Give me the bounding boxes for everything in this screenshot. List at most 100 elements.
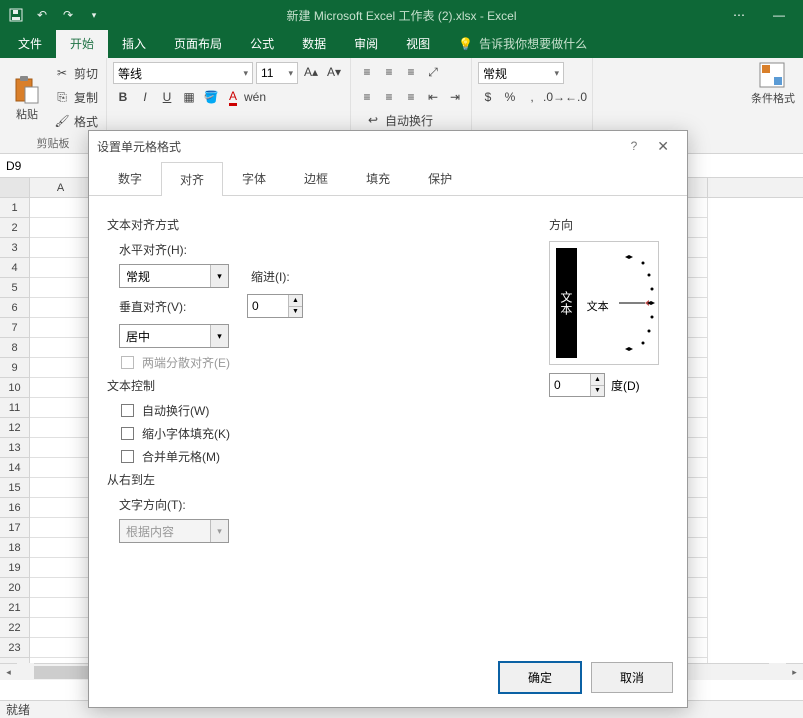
font-size-combo[interactable]: 11▾ [256, 62, 298, 84]
cell[interactable] [30, 598, 92, 618]
phonetic-icon[interactable]: wén [245, 87, 265, 107]
conditional-formatting-button[interactable]: 条件格式 [743, 58, 803, 108]
row-header[interactable]: 11 [0, 398, 30, 418]
dlg-tab-protect[interactable]: 保护 [409, 161, 471, 195]
save-icon[interactable] [4, 3, 28, 27]
bold-icon[interactable]: B [113, 87, 133, 107]
cell[interactable] [30, 518, 92, 538]
row-header[interactable]: 13 [0, 438, 30, 458]
percent-icon[interactable]: % [500, 87, 520, 107]
accounting-icon[interactable]: $ [478, 87, 498, 107]
cell[interactable] [30, 618, 92, 638]
row-header[interactable]: 7 [0, 318, 30, 338]
cell[interactable] [30, 298, 92, 318]
dlg-tab-fill[interactable]: 填充 [347, 161, 409, 195]
format-painter-button[interactable]: 🖌格式 [52, 110, 100, 132]
scroll-left-icon[interactable]: ◂ [0, 663, 17, 680]
spin-down-icon[interactable]: ▼ [590, 386, 604, 397]
row-header[interactable]: 8 [0, 338, 30, 358]
scroll-right-icon[interactable]: ▸ [786, 663, 803, 680]
cell[interactable] [30, 338, 92, 358]
number-format-combo[interactable]: 常规▾ [478, 62, 564, 84]
decrease-decimal-icon[interactable]: ←.0 [566, 87, 586, 107]
row-header[interactable]: 4 [0, 258, 30, 278]
tab-layout[interactable]: 页面布局 [160, 29, 236, 58]
dlg-tab-border[interactable]: 边框 [285, 161, 347, 195]
align-center-icon[interactable]: ≡ [379, 87, 399, 107]
qat-customize-icon[interactable]: ▾ [82, 3, 106, 27]
row-header[interactable]: 9 [0, 358, 30, 378]
row-header[interactable]: 14 [0, 458, 30, 478]
decrease-font-icon[interactable]: A▾ [324, 62, 344, 82]
cell[interactable] [30, 378, 92, 398]
name-box[interactable]: D9 [0, 159, 90, 173]
copy-button[interactable]: ⎘复制 [52, 86, 100, 108]
cancel-button[interactable]: 取消 [591, 662, 673, 693]
align-left-icon[interactable]: ≡ [357, 87, 377, 107]
cell[interactable] [30, 198, 92, 218]
row-header[interactable]: 20 [0, 578, 30, 598]
paste-button[interactable]: 粘贴 [6, 62, 48, 133]
tab-view[interactable]: 视图 [392, 29, 444, 58]
row-header[interactable]: 21 [0, 598, 30, 618]
cell[interactable] [30, 418, 92, 438]
fill-color-icon[interactable]: 🪣 [201, 87, 221, 107]
orientation-control[interactable]: 文本 文本 [549, 241, 659, 365]
row-header[interactable]: 6 [0, 298, 30, 318]
row-header[interactable]: 22 [0, 618, 30, 638]
cell[interactable] [30, 498, 92, 518]
increase-font-icon[interactable]: A▴ [301, 62, 321, 82]
orientation-icon[interactable]: ⤢ [423, 62, 443, 82]
row-header[interactable]: 16 [0, 498, 30, 518]
align-right-icon[interactable]: ≡ [401, 87, 421, 107]
align-middle-icon[interactable]: ≡ [379, 62, 399, 82]
cell[interactable] [30, 258, 92, 278]
row-header[interactable]: 3 [0, 238, 30, 258]
align-top-icon[interactable]: ≡ [357, 62, 377, 82]
tab-review[interactable]: 审阅 [340, 29, 392, 58]
minimize-icon[interactable]: — [759, 0, 799, 30]
cell[interactable] [30, 538, 92, 558]
row-header[interactable]: 10 [0, 378, 30, 398]
dialog-help-button[interactable]: ? [621, 139, 648, 153]
comma-icon[interactable]: , [522, 87, 542, 107]
cell[interactable] [30, 278, 92, 298]
dlg-tab-align[interactable]: 对齐 [161, 162, 223, 196]
spin-up-icon[interactable]: ▲ [590, 374, 604, 386]
border-icon[interactable]: ▦ [179, 87, 199, 107]
cut-button[interactable]: ✂剪切 [52, 62, 100, 84]
row-header[interactable]: 23 [0, 638, 30, 658]
cell[interactable] [30, 318, 92, 338]
indent-spinner[interactable]: 0 ▲▼ [247, 294, 303, 318]
cell[interactable] [30, 478, 92, 498]
row-header[interactable]: 5 [0, 278, 30, 298]
shrink-fit-checkbox[interactable]: 缩小字体填充(K) [107, 425, 519, 442]
merge-cells-checkbox[interactable]: 合并单元格(M) [107, 448, 519, 465]
redo-icon[interactable]: ↷ [56, 3, 80, 27]
cell[interactable] [30, 558, 92, 578]
cell[interactable] [30, 578, 92, 598]
ok-button[interactable]: 确定 [499, 662, 581, 693]
v-align-select[interactable]: 居中▾ [119, 324, 229, 348]
row-header[interactable]: 17 [0, 518, 30, 538]
increase-decimal-icon[interactable]: .0→ [544, 87, 564, 107]
dlg-tab-font[interactable]: 字体 [223, 161, 285, 195]
font-color-icon[interactable]: A [223, 87, 243, 107]
h-align-select[interactable]: 常规▾ [119, 264, 229, 288]
align-bottom-icon[interactable]: ≡ [401, 62, 421, 82]
row-header[interactable]: 15 [0, 478, 30, 498]
row-header[interactable]: 1 [0, 198, 30, 218]
tab-home[interactable]: 开始 [56, 29, 108, 58]
tell-me[interactable]: 💡 告诉我你想要做什么 [444, 29, 601, 58]
select-all-corner[interactable] [0, 178, 30, 197]
row-header[interactable]: 2 [0, 218, 30, 238]
col-header[interactable]: A [30, 178, 92, 197]
degree-spinner[interactable]: 0 ▲▼ [549, 373, 605, 397]
dlg-tab-number[interactable]: 数字 [99, 161, 161, 195]
spin-down-icon[interactable]: ▼ [288, 307, 302, 318]
cell[interactable] [30, 218, 92, 238]
ribbon-options-icon[interactable]: ⋯ [719, 0, 759, 30]
tab-formulas[interactable]: 公式 [236, 29, 288, 58]
increase-indent-icon[interactable]: ⇥ [445, 87, 465, 107]
vertical-text-button[interactable]: 文本 [556, 248, 577, 358]
